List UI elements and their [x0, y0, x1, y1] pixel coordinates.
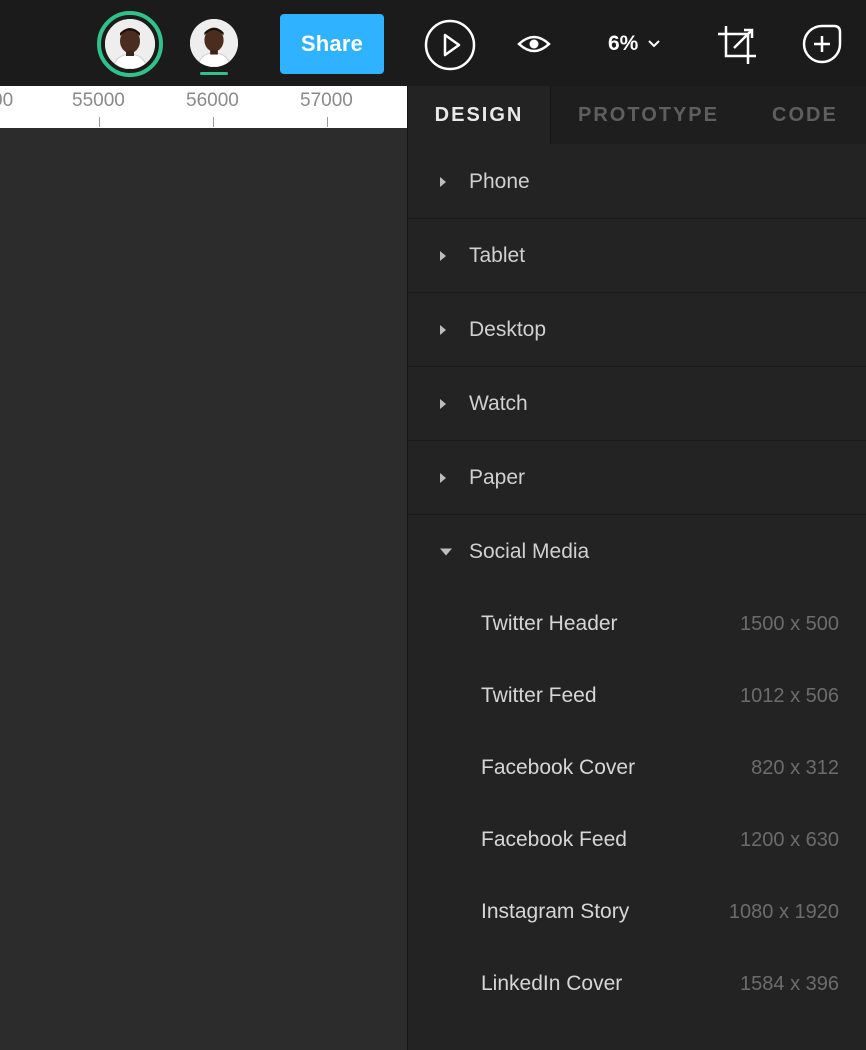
- zoom-dropdown[interactable]: 6%: [608, 28, 661, 60]
- caret-right-icon: [440, 250, 446, 261]
- section-social-media[interactable]: Social Media: [408, 515, 866, 588]
- preset-size: 820 x 312: [751, 756, 839, 779]
- ruler-tick: [327, 117, 328, 127]
- section-label: Watch: [469, 391, 528, 415]
- ruler-label: 00: [0, 90, 14, 111]
- plus-circle-icon[interactable]: [802, 24, 842, 64]
- section-phone[interactable]: Phone: [408, 145, 866, 219]
- user-avatar-icon: [105, 19, 155, 69]
- active-user-indicator: [200, 72, 228, 75]
- section-label: Desktop: [469, 317, 547, 341]
- preset-size: 1200 x 630: [740, 828, 839, 851]
- preset-name: Facebook Cover: [481, 756, 636, 779]
- section-tablet[interactable]: Tablet: [408, 219, 866, 293]
- section-label: Paper: [469, 465, 526, 489]
- ruler-tick: [99, 117, 100, 127]
- horizontal-ruler: 00 55000 56000 57000: [0, 86, 407, 128]
- chevron-down-icon: [648, 40, 661, 48]
- tab-prototype[interactable]: PROTOTYPE: [578, 86, 719, 144]
- ruler-label: 57000: [300, 90, 353, 111]
- caret-down-icon: [440, 548, 452, 555]
- preset-name: Facebook Feed: [481, 828, 627, 851]
- preset-name: Twitter Header: [481, 612, 618, 635]
- caret-right-icon: [440, 472, 446, 483]
- preset-size: 1012 x 506: [740, 684, 839, 707]
- tab-code[interactable]: CODE: [772, 86, 838, 144]
- ruler-label: 55000: [72, 90, 125, 111]
- section-label: Tablet: [469, 243, 526, 267]
- section-label: Social Media: [469, 539, 590, 563]
- preset-item[interactable]: Twitter Header 1500 x 500: [408, 588, 866, 660]
- zoom-value: 6%: [608, 32, 639, 55]
- caret-right-icon: [440, 398, 446, 409]
- caret-right-icon: [440, 324, 446, 335]
- preset-name: Twitter Feed: [481, 684, 597, 707]
- collaborator-avatar-icon: [190, 19, 238, 67]
- preset-item[interactable]: Facebook Cover 820 x 312: [408, 732, 866, 804]
- crop-export-icon[interactable]: [716, 24, 758, 66]
- top-toolbar: Share 6%: [0, 0, 866, 87]
- preset-name: Instagram Story: [481, 900, 630, 923]
- preset-size: 1584 x 396: [740, 972, 839, 995]
- preset-size: 1080 x 1920: [728, 900, 839, 923]
- ruler-label: 56000: [186, 90, 239, 111]
- share-button[interactable]: Share: [280, 14, 384, 74]
- canvas-area[interactable]: [0, 128, 407, 1050]
- ruler-tick: [213, 117, 214, 127]
- eye-icon[interactable]: [516, 30, 552, 58]
- panel-tabs: DESIGN PROTOTYPE CODE: [408, 86, 866, 144]
- preset-item[interactable]: Facebook Feed 1200 x 630: [408, 804, 866, 876]
- user-avatar[interactable]: [105, 19, 155, 69]
- preset-name: LinkedIn Cover: [481, 972, 623, 995]
- properties-panel: DESIGN PROTOTYPE CODE Phone Tablet Deskt…: [407, 86, 866, 1050]
- section-watch[interactable]: Watch: [408, 367, 866, 441]
- tab-design[interactable]: DESIGN: [408, 86, 551, 144]
- preset-size: 1500 x 500: [740, 612, 839, 635]
- play-icon[interactable]: [424, 19, 476, 71]
- section-label: Phone: [469, 169, 530, 193]
- collaborator-avatar[interactable]: [190, 19, 238, 67]
- caret-right-icon: [440, 176, 446, 187]
- preset-item[interactable]: Instagram Story 1080 x 1920: [408, 876, 866, 948]
- section-paper[interactable]: Paper: [408, 441, 866, 515]
- preset-item[interactable]: LinkedIn Cover 1584 x 396: [408, 948, 866, 1020]
- preset-item[interactable]: Twitter Feed 1012 x 506: [408, 660, 866, 732]
- section-desktop[interactable]: Desktop: [408, 293, 866, 367]
